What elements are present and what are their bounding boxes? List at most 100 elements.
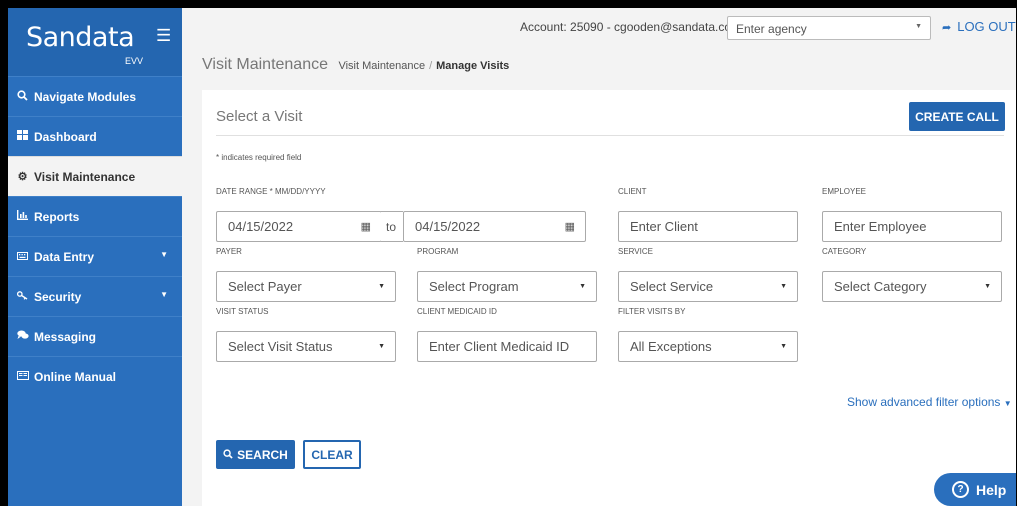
sidebar-item-label: Dashboard <box>34 129 97 144</box>
visit-status-label: VISIT STATUS <box>216 307 269 316</box>
service-select[interactable]: Select Service ▼ <box>618 271 798 302</box>
chat-icon <box>16 330 29 343</box>
date-to-value: 04/15/2022 <box>415 219 481 234</box>
chevron-down-icon: ▼ <box>780 283 787 290</box>
program-label: PROGRAM <box>417 247 459 256</box>
service-value: Select Service <box>630 279 714 294</box>
client-medicaid-placeholder: Enter Client Medicaid ID <box>429 339 570 354</box>
panel-title: Select a Visit <box>216 108 303 125</box>
calendar-icon[interactable]: ▦ <box>565 220 575 233</box>
breadcrumb-visit-maintenance[interactable]: Visit Maintenance <box>338 60 425 72</box>
payer-label: PAYER <box>216 247 242 256</box>
caret-down-icon: ▼ <box>160 250 168 259</box>
advanced-filter-label: Show advanced filter options <box>847 395 1001 409</box>
client-medicaid-input[interactable]: Enter Client Medicaid ID <box>417 331 597 362</box>
logo[interactable]: Sandata EVV ☰ <box>8 8 182 76</box>
sign-out-icon: ➦ <box>942 22 952 34</box>
visit-status-select[interactable]: Select Visit Status ▼ <box>216 331 396 362</box>
logout-button[interactable]: ➦ LOG OUT <box>942 19 1016 34</box>
calendar-icon[interactable]: ▦ <box>361 220 371 233</box>
create-call-button[interactable]: CREATE CALL <box>909 102 1005 131</box>
sidebar-item-label: Security <box>34 289 82 304</box>
key-icon <box>16 290 29 303</box>
category-label: CATEGORY <box>822 247 867 256</box>
employee-label: EMPLOYEE <box>822 187 867 196</box>
page-title: Visit Maintenance Visit Maintenance / Mana… <box>202 56 509 74</box>
logo-sub: EVV <box>125 56 144 66</box>
sidebar-item-label: Data Entry <box>34 249 95 264</box>
help-button[interactable]: ? Help <box>934 473 1016 506</box>
clear-button[interactable]: CLEAR <box>303 440 361 469</box>
chevron-down-icon: ▼ <box>378 283 385 290</box>
search-button[interactable]: SEARCH <box>216 440 295 469</box>
employee-input[interactable]: Enter Employee <box>822 211 1002 242</box>
client-medicaid-label: CLIENT MEDICAID ID <box>417 307 497 316</box>
caret-down-icon: ▼ <box>160 290 168 299</box>
question-circle-icon: ? <box>952 481 969 498</box>
agency-select[interactable]: Enter agency ▼ <box>727 16 931 40</box>
search-icon <box>16 89 29 104</box>
select-visit-panel: Select a Visit CREATE CALL * indicates r… <box>202 90 1016 506</box>
sidebar-item-dashboard[interactable]: Dashboard <box>8 116 182 156</box>
sidebar-item-label: Visit Maintenance <box>34 169 136 184</box>
page-title-text: Visit Maintenance <box>202 56 328 73</box>
filter-visits-value: All Exceptions <box>630 339 712 354</box>
chevron-down-icon: ▼ <box>378 343 385 350</box>
book-icon <box>16 370 29 383</box>
filter-visits-label: FILTER VISITS BY <box>618 307 686 316</box>
account-info: Account: 25090 - cgooden@sandata.com <box>520 20 741 34</box>
advanced-filter-toggle[interactable]: Show advanced filter options ▼ <box>847 395 1012 409</box>
chevron-down-icon: ▼ <box>780 343 787 350</box>
required-field-note: * indicates required field <box>216 153 302 162</box>
date-from-field[interactable]: 04/15/2022 ▦ <box>216 211 382 242</box>
program-value: Select Program <box>429 279 519 294</box>
breadcrumb-separator: / <box>429 60 433 72</box>
category-select[interactable]: Select Category ▼ <box>822 271 1002 302</box>
date-range-to: to <box>381 211 403 242</box>
sidebar-item-data-entry[interactable]: Data Entry ▼ <box>8 236 182 276</box>
hamburger-menu-icon[interactable]: ☰ <box>156 26 171 46</box>
gears-icon: ⚙ <box>17 171 28 183</box>
payer-value: Select Payer <box>228 279 302 294</box>
sidebar-item-label: Navigate Modules <box>34 89 137 104</box>
logout-label: LOG OUT <box>957 19 1016 34</box>
sidebar-item-messaging[interactable]: Messaging <box>8 316 182 356</box>
sidebar: Sandata EVV ☰ Navigate Modules Dashboard… <box>8 8 182 506</box>
agency-placeholder: Enter agency <box>736 22 807 36</box>
search-icon <box>223 448 233 462</box>
breadcrumb-manage-visits: Manage Visits <box>436 60 510 72</box>
caret-down-icon: ▼ <box>1003 399 1012 408</box>
sidebar-item-label: Reports <box>34 209 80 224</box>
sidebar-item-label: Messaging <box>34 329 97 344</box>
keyboard-icon <box>16 251 29 263</box>
category-value: Select Category <box>834 279 927 294</box>
client-placeholder: Enter Client <box>630 219 698 234</box>
filter-visits-select[interactable]: All Exceptions ▼ <box>618 331 798 362</box>
employee-placeholder: Enter Employee <box>834 219 927 234</box>
sidebar-item-navigate-modules[interactable]: Navigate Modules <box>8 76 182 116</box>
dashboard-icon <box>16 130 29 143</box>
payer-select[interactable]: Select Payer ▼ <box>216 271 396 302</box>
sidebar-item-reports[interactable]: Reports <box>8 196 182 236</box>
sidebar-item-visit-maintenance[interactable]: ⚙ Visit Maintenance <box>8 156 182 196</box>
help-label: Help <box>976 481 1007 498</box>
chevron-down-icon: ▼ <box>984 283 991 290</box>
header: Account: 25090 - cgooden@sandata.com Ent… <box>182 8 1016 87</box>
sidebar-item-online-manual[interactable]: Online Manual <box>8 356 182 396</box>
bar-chart-icon <box>16 210 29 223</box>
service-label: SERVICE <box>618 247 653 256</box>
date-to-field[interactable]: 04/15/2022 ▦ <box>403 211 586 242</box>
date-range-label: DATE RANGE * MM/DD/YYYY <box>216 187 326 196</box>
chevron-down-icon: ▼ <box>915 23 922 30</box>
logo-text: Sandata <box>26 22 135 53</box>
divider <box>216 135 1004 136</box>
sidebar-item-label: Online Manual <box>34 369 117 384</box>
client-label: CLIENT <box>618 187 647 196</box>
program-select[interactable]: Select Program ▼ <box>417 271 597 302</box>
app-window: Sandata EVV ☰ Navigate Modules Dashboard… <box>8 8 1016 506</box>
visit-status-value: Select Visit Status <box>228 339 333 354</box>
sidebar-item-security[interactable]: Security ▼ <box>8 276 182 316</box>
chevron-down-icon: ▼ <box>579 283 586 290</box>
search-label: SEARCH <box>237 447 288 462</box>
client-input[interactable]: Enter Client <box>618 211 798 242</box>
